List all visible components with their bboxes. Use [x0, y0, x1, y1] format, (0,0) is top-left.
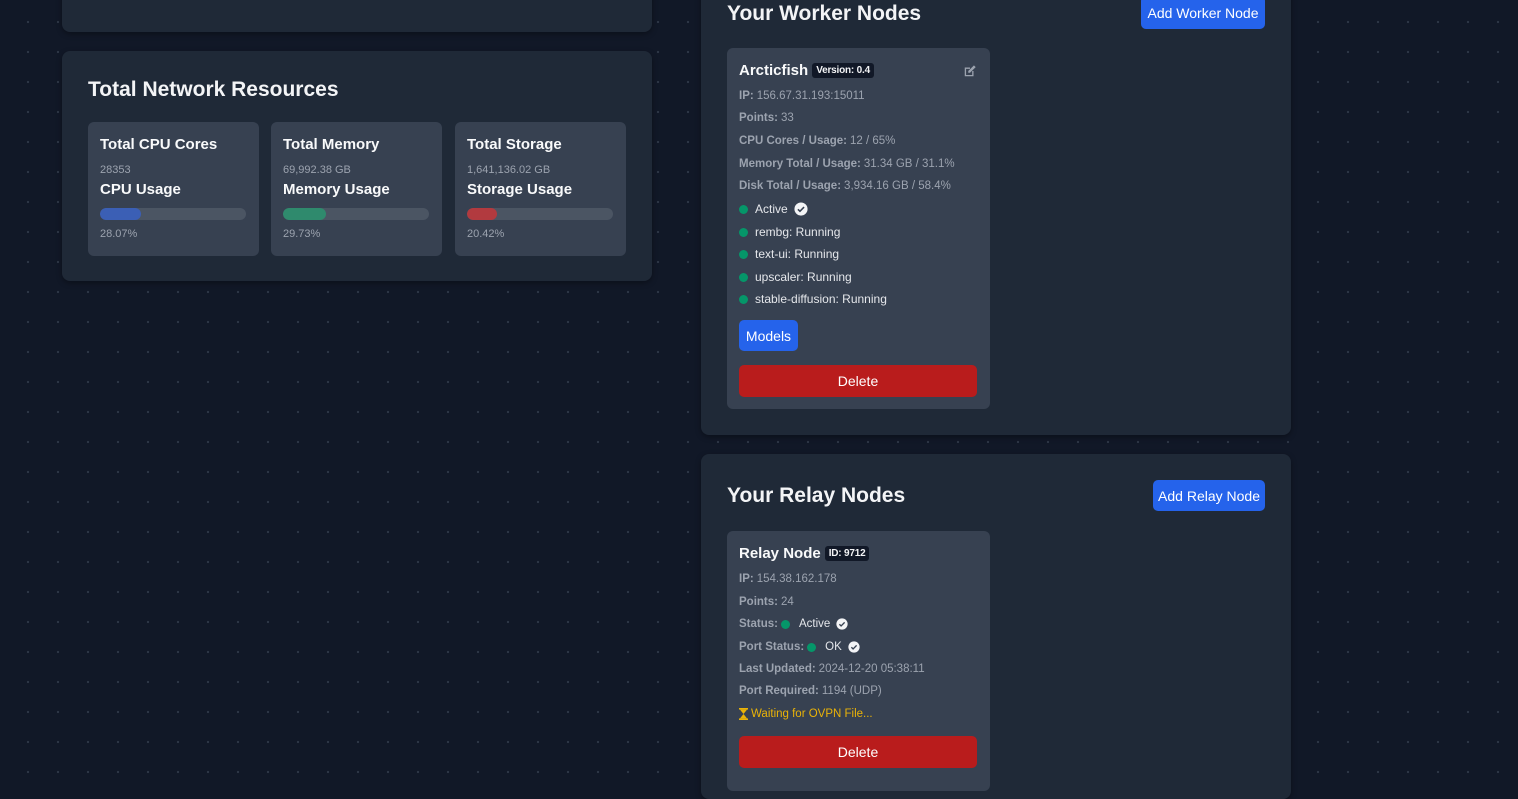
service-text-ui: text-ui: Running	[739, 247, 839, 261]
relay-port-value: 1194 (UDP)	[821, 685, 882, 697]
check-circle-icon	[836, 618, 848, 630]
check-circle-icon	[848, 641, 860, 653]
worker-node-card: Arcticfish Version: 0.4 IP: 156.67.31.19…	[727, 48, 990, 409]
worker-status-line: Active	[739, 202, 808, 216]
worker-memory-value: 31.34 GB / 31.1%	[863, 158, 955, 170]
relay-nodes-panel: Your Relay Nodes Add Relay Node Relay No…	[701, 454, 1291, 799]
status-dot-icon	[780, 619, 790, 629]
worker-disk-line: Disk Total / Usage: 3,934.16 GB / 58.4%	[739, 180, 951, 192]
relay-port-status-value: OK	[825, 641, 842, 653]
worker-node-name: Arcticfish	[739, 62, 809, 79]
storage-usage-percent: 20.42%	[467, 228, 505, 240]
cpu-card-title: Total CPU Cores	[100, 136, 218, 153]
relay-port-label: Port Required:	[739, 685, 819, 697]
worker-version-badge: Version: 0.4	[812, 63, 874, 78]
worker-memory-label: Memory Total / Usage:	[739, 158, 861, 170]
relay-ip-value: 154.38.162.178	[756, 573, 837, 585]
cpu-usage-label: CPU Usage	[100, 181, 181, 198]
service-rembg: rembg: Running	[739, 225, 840, 239]
worker-cpu-line: CPU Cores / Usage: 12 / 65%	[739, 135, 895, 147]
service-upscaler: upscaler: Running	[739, 270, 852, 284]
service-upscaler-text: upscaler: Running	[755, 270, 852, 284]
storage-usage-bar-fill	[467, 208, 497, 220]
relay-node-name-row: Relay Node ID: 9712	[739, 545, 870, 562]
relay-id-badge: ID: 9712	[824, 546, 870, 561]
relay-waiting-text: Waiting for OVPN File...	[751, 708, 873, 720]
relay-nodes-title: Your Relay Nodes	[727, 484, 906, 507]
network-resources-panel: Total Network Resources Total CPU Cores …	[62, 51, 652, 281]
worker-points-value: 33	[780, 112, 794, 124]
network-resources-title: Total Network Resources	[88, 78, 339, 101]
worker-cpu-label: CPU Cores / Usage:	[739, 135, 848, 147]
relay-ip-label: IP:	[739, 573, 754, 585]
storage-card-value: 1,641,136.02 GB	[467, 164, 551, 176]
cpu-usage-bar	[100, 208, 246, 220]
relay-status-value: Active	[798, 618, 831, 630]
worker-nodes-panel: Your Worker Nodes Add Worker Node Arctic…	[701, 0, 1291, 435]
memory-card-title: Total Memory	[283, 136, 380, 153]
hourglass-icon	[739, 708, 748, 720]
relay-node-name: Relay Node	[739, 545, 821, 562]
relay-status-line: Status: Active	[739, 618, 848, 630]
relay-updated-value: 2024-12-20 05:38:11	[818, 663, 925, 675]
status-dot-icon	[807, 642, 817, 652]
edit-icon[interactable]	[963, 64, 977, 78]
delete-worker-node-button[interactable]: Delete	[739, 365, 977, 397]
relay-status-label: Status:	[739, 618, 778, 630]
check-circle-icon	[794, 202, 808, 216]
worker-disk-value: 3,934.16 GB / 58.4%	[844, 180, 951, 192]
delete-relay-node-button[interactable]: Delete	[739, 736, 977, 768]
memory-usage-bar-fill	[283, 208, 327, 220]
worker-nodes-title: Your Worker Nodes	[727, 2, 922, 25]
memory-usage-bar	[283, 208, 429, 220]
memory-usage-percent: 29.73%	[283, 228, 321, 240]
worker-disk-label: Disk Total / Usage:	[739, 180, 842, 192]
relay-port-status-label: Port Status:	[739, 641, 805, 653]
worker-status-text: Active	[755, 202, 788, 216]
add-worker-node-button[interactable]: Add Worker Node	[1141, 0, 1265, 29]
relay-waiting-line: Waiting for OVPN File...	[739, 708, 873, 720]
relay-points-value: 24	[780, 596, 794, 608]
cpu-usage-bar-fill	[100, 208, 141, 220]
status-dot-icon	[739, 249, 748, 259]
relay-updated-label: Last Updated:	[739, 663, 816, 675]
worker-memory-line: Memory Total / Usage: 31.34 GB / 31.1%	[739, 158, 955, 170]
status-dot-icon	[739, 204, 748, 214]
memory-resource-card: Total Memory 69,992.38 GB Memory Usage 2…	[271, 122, 442, 256]
cpu-card-value: 28353	[100, 164, 131, 176]
relay-port-status-line: Port Status: OK	[739, 641, 860, 653]
status-dot-icon	[739, 272, 748, 282]
models-button[interactable]: Models	[739, 320, 798, 351]
relay-ip-line: IP: 154.38.162.178	[739, 573, 837, 585]
worker-ip-label: IP:	[739, 90, 754, 102]
relay-port-line: Port Required: 1194 (UDP)	[739, 685, 882, 697]
status-dot-icon	[739, 294, 748, 304]
memory-usage-label: Memory Usage	[283, 181, 390, 198]
relay-updated-line: Last Updated: 2024-12-20 05:38:11	[739, 663, 925, 675]
relay-points-line: Points: 24	[739, 596, 794, 608]
storage-card-title: Total Storage	[467, 136, 562, 153]
worker-cpu-value: 12 / 65%	[850, 135, 896, 147]
status-dot-icon	[739, 227, 748, 237]
relay-points-label: Points:	[739, 596, 778, 608]
memory-card-value: 69,992.38 GB	[283, 164, 351, 176]
storage-usage-bar	[467, 208, 613, 220]
worker-node-name-row: Arcticfish Version: 0.4	[739, 62, 874, 79]
storage-usage-label: Storage Usage	[467, 181, 573, 198]
add-relay-node-button[interactable]: Add Relay Node	[1153, 480, 1265, 511]
relay-node-card: Relay Node ID: 9712 IP: 154.38.162.178 P…	[727, 531, 990, 791]
service-rembg-text: rembg: Running	[755, 225, 841, 239]
top-panel-partial	[62, 0, 652, 32]
service-stable-diffusion-text: stable-diffusion: Running	[755, 292, 887, 306]
service-text-ui-text: text-ui: Running	[755, 247, 840, 261]
worker-points-label: Points:	[739, 112, 778, 124]
cpu-resource-card: Total CPU Cores 28353 CPU Usage 28.07%	[88, 122, 259, 256]
cpu-usage-percent: 28.07%	[100, 228, 138, 240]
service-stable-diffusion: stable-diffusion: Running	[739, 292, 887, 306]
worker-points-line: Points: 33	[739, 112, 794, 124]
worker-ip-value: 156.67.31.193:15011	[756, 90, 865, 102]
worker-ip-line: IP: 156.67.31.193:15011	[739, 90, 865, 102]
storage-resource-card: Total Storage 1,641,136.02 GB Storage Us…	[455, 122, 626, 256]
